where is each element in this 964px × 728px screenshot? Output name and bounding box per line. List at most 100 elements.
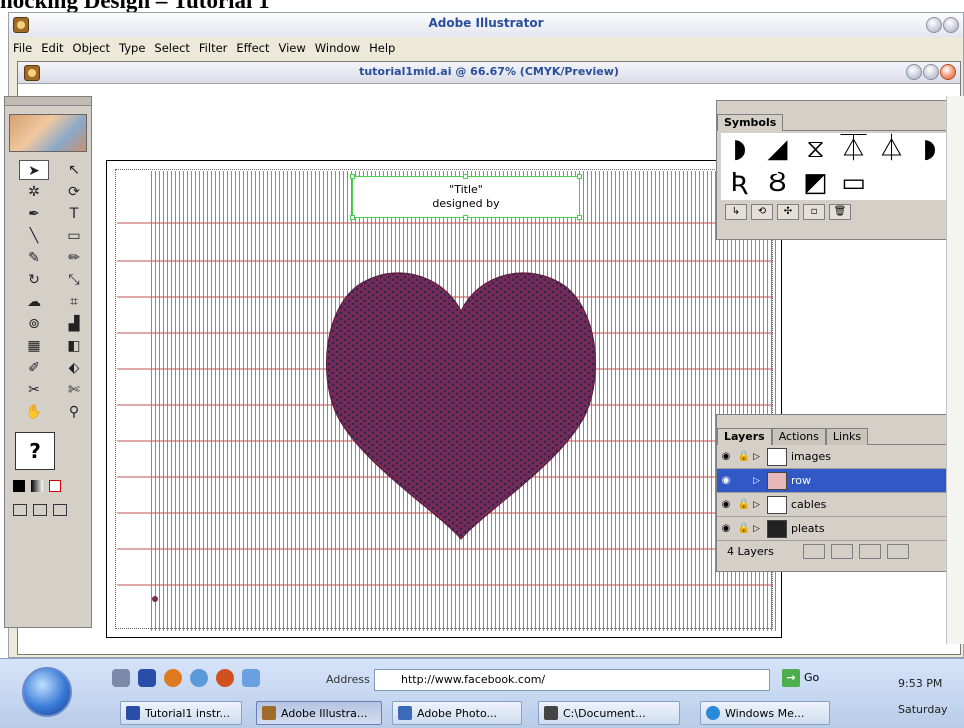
gradient-tool-icon[interactable]: ◧	[59, 336, 89, 356]
lock-icon[interactable]: 🔒	[735, 451, 753, 462]
direct-selection-tool-icon[interactable]: ↖	[59, 160, 89, 180]
none-button[interactable]	[49, 480, 61, 492]
firefox-icon[interactable]	[164, 669, 182, 687]
maximize-button[interactable]	[943, 17, 959, 33]
app-titlebar[interactable]: Adobe Illustrator	[9, 13, 963, 37]
screen-mode-standard[interactable]	[13, 504, 27, 516]
menu-window[interactable]: Window	[311, 37, 365, 55]
menu-object[interactable]: Object	[69, 37, 115, 55]
zoom-tool-icon[interactable]: ⚲	[59, 402, 89, 422]
menu-help[interactable]: Help	[365, 37, 400, 55]
minimize-button[interactable]	[926, 17, 942, 33]
symbol-item[interactable]: ◗	[721, 133, 758, 166]
task-button[interactable]: Tutorial1 instr...	[120, 701, 242, 725]
rectangle-tool-icon[interactable]: ▭	[59, 226, 89, 246]
word-icon[interactable]	[138, 669, 156, 687]
lasso-tool-icon[interactable]: ⟳	[59, 182, 89, 202]
document-titlebar[interactable]: tutorial1mid.ai @ 66.67% (CMYK/Preview)	[18, 62, 960, 84]
break-link-button[interactable]: ✣	[777, 204, 799, 220]
go-button[interactable]: → Go	[782, 669, 819, 687]
selection-tool-icon[interactable]: ➤	[19, 160, 49, 180]
scissors-tool-icon[interactable]: ✄	[59, 380, 89, 400]
magic-wand-tool-icon[interactable]: ✲	[19, 182, 49, 202]
pencil-tool-icon[interactable]: ✏	[59, 248, 89, 268]
menu-type[interactable]: Type	[115, 37, 150, 55]
eyedropper-tool-icon[interactable]: ✐	[19, 358, 49, 378]
lock-icon[interactable]: 🔒	[735, 523, 753, 534]
symbol-item[interactable]: ◢	[759, 133, 796, 166]
start-button[interactable]	[22, 667, 72, 717]
new-layer-button[interactable]	[859, 543, 881, 559]
free-transform-tool-icon[interactable]: ⌗	[59, 292, 89, 312]
symbol-item[interactable]: Ʀ	[721, 167, 758, 200]
delete-symbol-button[interactable]: 🗑	[829, 204, 851, 220]
blend-tool-icon[interactable]: ⬖	[59, 358, 89, 378]
selection-handle[interactable]	[577, 215, 582, 220]
selection-handle[interactable]	[577, 174, 582, 179]
slice-tool-icon[interactable]: ✂	[19, 380, 49, 400]
media-icon[interactable]	[216, 669, 234, 687]
tab-links[interactable]: Links	[825, 428, 869, 445]
symbols-panel-grip[interactable]	[717, 101, 963, 114]
delete-layer-button[interactable]	[887, 543, 909, 559]
quicklaunch-icon[interactable]	[112, 669, 130, 687]
selection-handle[interactable]	[350, 215, 355, 220]
eye-icon[interactable]: ◉	[717, 499, 735, 510]
eye-icon[interactable]: ◉	[717, 451, 735, 462]
doc-maximize-button[interactable]	[923, 64, 939, 80]
tab-symbols[interactable]: Symbols	[717, 114, 784, 131]
screen-mode-full-menu[interactable]	[33, 504, 47, 516]
symbol-sprayer-tool-icon[interactable]: ⊚	[19, 314, 49, 334]
venus-image[interactable]	[9, 114, 87, 152]
selection-handle[interactable]	[463, 174, 468, 179]
symbol-item[interactable]: ⏃	[873, 133, 910, 166]
hand-tool-icon[interactable]: ✋	[19, 402, 49, 422]
artboard[interactable]	[106, 160, 782, 638]
doc-close-button[interactable]	[940, 64, 956, 80]
task-button[interactable]: C:\Document...	[538, 701, 680, 725]
tab-actions[interactable]: Actions	[771, 428, 826, 445]
fill-stroke-swatch[interactable]: ?	[15, 432, 55, 470]
make-clipping-mask-button[interactable]	[803, 543, 825, 559]
type-tool-icon[interactable]: T	[59, 204, 89, 224]
screen-mode-full[interactable]	[53, 504, 67, 516]
menu-file[interactable]: File	[9, 37, 37, 55]
scale-tool-icon[interactable]: ⤡	[59, 270, 89, 290]
replace-symbol-button[interactable]: ⟲	[751, 204, 773, 220]
symbol-item[interactable]: ⧖	[797, 133, 834, 166]
vertical-scrollbar[interactable]	[946, 96, 964, 644]
symbol-item[interactable]: ◩	[797, 167, 834, 200]
symbol-item[interactable]: ◗	[911, 133, 948, 166]
eye-icon[interactable]: ◉	[717, 523, 735, 534]
tab-layers[interactable]: Layers	[717, 428, 772, 445]
toolbox-grip[interactable]	[5, 97, 91, 106]
place-symbol-button[interactable]: ↳	[725, 204, 747, 220]
expand-arrow-icon[interactable]: ▷	[753, 524, 767, 534]
mesh-tool-icon[interactable]: ▦	[19, 336, 49, 356]
lock-icon[interactable]: 🔒	[735, 499, 753, 510]
layers-panel-grip[interactable]	[717, 415, 963, 428]
menu-select[interactable]: Select	[150, 37, 194, 55]
color-button[interactable]	[13, 480, 25, 492]
layer-row[interactable]: ◉🔒▷pleats○	[717, 517, 963, 541]
pen-tool-icon[interactable]: ✒	[19, 204, 49, 224]
expand-arrow-icon[interactable]: ▷	[753, 452, 767, 462]
graph-tool-icon[interactable]: ▟	[59, 314, 89, 334]
messenger-icon[interactable]	[190, 669, 208, 687]
menu-effect[interactable]: Effect	[232, 37, 274, 55]
selection-handle[interactable]	[350, 174, 355, 179]
layer-row[interactable]: ◉🔒▷images○	[717, 445, 963, 469]
doc-minimize-button[interactable]	[906, 64, 922, 80]
new-sublayer-button[interactable]	[831, 543, 853, 559]
address-input[interactable]: http://www.facebook.com/	[374, 669, 770, 691]
gradient-button[interactable]	[31, 480, 43, 492]
layer-row[interactable]: ◉🔒▷cables○	[717, 493, 963, 517]
expand-arrow-icon[interactable]: ▷	[753, 500, 767, 510]
ie-icon[interactable]	[242, 669, 260, 687]
selection-handle[interactable]	[463, 215, 468, 220]
new-symbol-button[interactable]: ▫	[803, 204, 825, 220]
warp-tool-icon[interactable]: ☁	[19, 292, 49, 312]
layer-row[interactable]: ◉▷row○	[717, 469, 963, 493]
task-button[interactable]: Adobe Photo...	[392, 701, 522, 725]
eye-icon[interactable]: ◉	[717, 475, 735, 486]
